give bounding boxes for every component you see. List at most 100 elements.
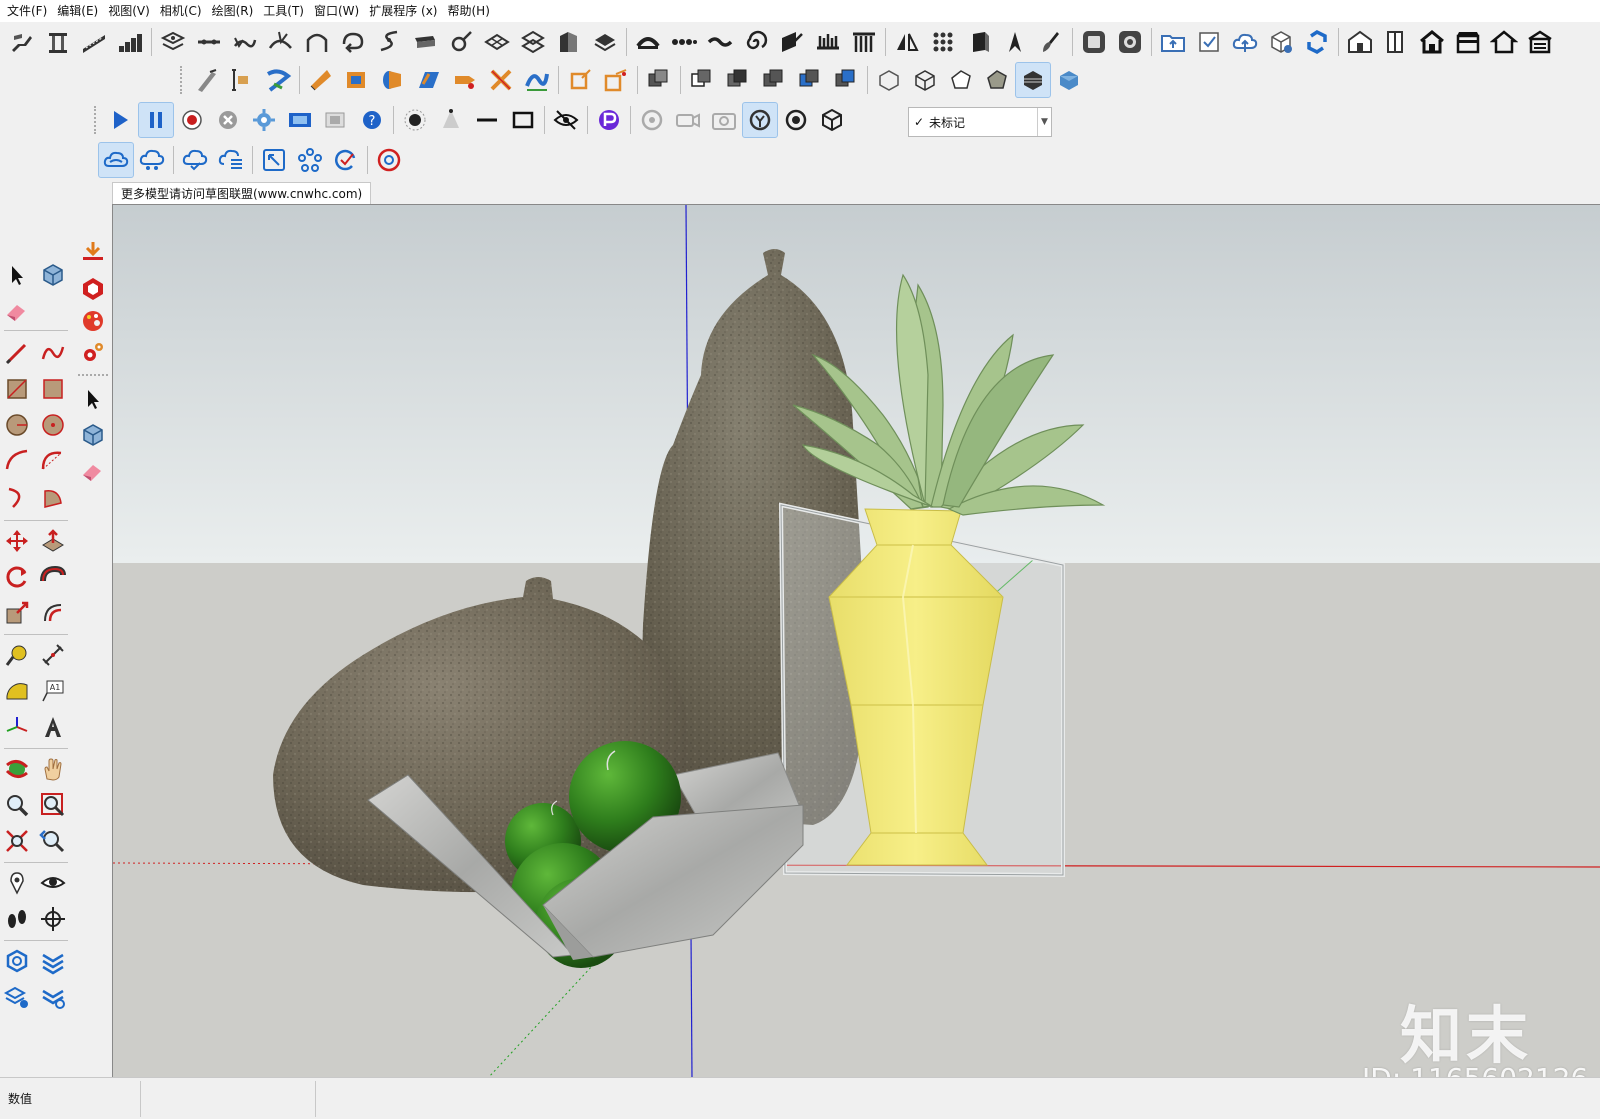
- trim-icon[interactable]: [828, 62, 864, 98]
- arc-tool-icon[interactable]: [0, 444, 34, 478]
- garage-icon[interactable]: [1522, 24, 1558, 60]
- download-arrow-icon[interactable]: [76, 236, 110, 270]
- house-3d-icon[interactable]: [1342, 24, 1378, 60]
- polygon-tool-icon[interactable]: [36, 408, 70, 442]
- point-light-icon[interactable]: [397, 102, 433, 138]
- array-grid-icon[interactable]: [925, 24, 961, 60]
- brush-icon[interactable]: [1033, 24, 1069, 60]
- photo-camera-icon[interactable]: [706, 102, 742, 138]
- stairs-plugin-icon[interactable]: [4, 24, 40, 60]
- arch-icon[interactable]: [299, 24, 335, 60]
- pause-icon[interactable]: [138, 102, 174, 138]
- dimension-tool-icon[interactable]: [36, 638, 70, 672]
- proxy-cube-icon[interactable]: [814, 102, 850, 138]
- freehand-tool-icon[interactable]: [36, 336, 70, 370]
- arc-top-icon[interactable]: [630, 24, 666, 60]
- section-plane-icon[interactable]: [36, 902, 70, 936]
- cloud-upload-icon[interactable]: [1227, 24, 1263, 60]
- cross-cut-icon[interactable]: [483, 62, 519, 98]
- slice-icon[interactable]: [774, 24, 810, 60]
- grid-plane-icon[interactable]: [479, 24, 515, 60]
- stack-planes-icon[interactable]: [515, 24, 551, 60]
- twist-shape-icon[interactable]: [260, 62, 296, 98]
- hide-eye-icon[interactable]: [548, 102, 584, 138]
- scale-tool-icon[interactable]: [0, 596, 34, 630]
- menu-camera[interactable]: 相机(C): [155, 0, 207, 22]
- cloud-nodes-icon[interactable]: [134, 142, 170, 178]
- wedge-icon[interactable]: [303, 62, 339, 98]
- spot-light-icon[interactable]: [433, 102, 469, 138]
- play-icon[interactable]: [102, 102, 138, 138]
- home-icon[interactable]: [1414, 24, 1450, 60]
- loop-icon[interactable]: [335, 24, 371, 60]
- three-point-arc-icon[interactable]: [0, 480, 34, 514]
- house-outline-icon[interactable]: [1486, 24, 1522, 60]
- twist-icon[interactable]: [371, 24, 407, 60]
- look-around-icon[interactable]: [36, 866, 70, 900]
- pen-node-icon[interactable]: [443, 24, 479, 60]
- resize-frame-icon[interactable]: [256, 142, 292, 178]
- molecule-icon[interactable]: [292, 142, 328, 178]
- cloud-list-icon[interactable]: [213, 142, 249, 178]
- refresh-check-icon[interactable]: [328, 142, 364, 178]
- export-frames-icon[interactable]: [318, 102, 354, 138]
- column-icon[interactable]: [40, 24, 76, 60]
- xray-style-icon[interactable]: [871, 62, 907, 98]
- select-arrow-icon[interactable]: [76, 382, 110, 416]
- dots-line-icon[interactable]: [666, 24, 702, 60]
- menu-view[interactable]: 视图(V): [103, 0, 155, 22]
- chrome-logo-icon[interactable]: [371, 142, 407, 178]
- solid-inspector-icon[interactable]: [0, 944, 34, 978]
- dimension-line-icon[interactable]: [191, 24, 227, 60]
- pie-tool-icon[interactable]: [36, 480, 70, 514]
- steps-icon[interactable]: [112, 24, 148, 60]
- box-extrude-icon[interactable]: [961, 24, 997, 60]
- group-solid-icon[interactable]: [641, 62, 677, 98]
- orbit-tool-icon[interactable]: [0, 752, 34, 786]
- record-panel-icon[interactable]: [1112, 24, 1148, 60]
- make-component-icon[interactable]: [36, 258, 70, 292]
- line-tool-icon[interactable]: [0, 336, 34, 370]
- rect-light-icon[interactable]: [505, 102, 541, 138]
- pan-tool-icon[interactable]: [36, 752, 70, 786]
- help-icon[interactable]: ?: [354, 102, 390, 138]
- building-icon[interactable]: [551, 24, 587, 60]
- colonnade-icon[interactable]: [846, 24, 882, 60]
- record-icon[interactable]: [174, 102, 210, 138]
- renderer-logo-icon[interactable]: [591, 102, 627, 138]
- outer-shell-icon[interactable]: [684, 62, 720, 98]
- stack-settings-icon[interactable]: [0, 980, 34, 1014]
- curve-arrow-icon[interactable]: [227, 24, 263, 60]
- union-icon[interactable]: [756, 62, 792, 98]
- paint-palette-icon[interactable]: [76, 304, 110, 338]
- menu-help[interactable]: 帮助(H): [442, 0, 494, 22]
- text-tool-icon[interactable]: A1: [36, 674, 70, 708]
- wireframe-style-icon[interactable]: [907, 62, 943, 98]
- shop-icon[interactable]: [1450, 24, 1486, 60]
- menu-file[interactable]: 文件(F): [2, 0, 52, 22]
- walk-tool-icon[interactable]: [0, 902, 34, 936]
- menu-window[interactable]: 窗口(W): [309, 0, 364, 22]
- sync-logo-icon[interactable]: [1299, 24, 1335, 60]
- monochrome-style-icon[interactable]: [1051, 62, 1087, 98]
- orbit-render-icon[interactable]: [634, 102, 670, 138]
- tag-dropdown[interactable]: ✓ 未标记 ▼: [908, 107, 1052, 137]
- measurements-input[interactable]: [140, 1080, 316, 1117]
- mirror-icon[interactable]: [889, 24, 925, 60]
- interactive-render-icon[interactable]: [742, 102, 778, 138]
- layers-wave-icon[interactable]: [36, 944, 70, 978]
- path-follow-icon[interactable]: [519, 62, 555, 98]
- hidden-line-style-icon[interactable]: [943, 62, 979, 98]
- move-tool-icon[interactable]: [0, 524, 34, 558]
- panel-toggle-icon[interactable]: [1076, 24, 1112, 60]
- push-pull-tool-icon[interactable]: [36, 524, 70, 558]
- stop-icon[interactable]: [210, 102, 246, 138]
- two-point-arc-icon[interactable]: [36, 444, 70, 478]
- textured-style-icon[interactable]: [1015, 62, 1051, 98]
- comb-icon[interactable]: [810, 24, 846, 60]
- door-panel-icon[interactable]: [1378, 24, 1414, 60]
- line-light-icon[interactable]: [469, 102, 505, 138]
- cloud-link-icon[interactable]: [98, 142, 134, 178]
- eraser-tool-icon[interactable]: [0, 294, 34, 328]
- gears-icon[interactable]: [76, 336, 110, 370]
